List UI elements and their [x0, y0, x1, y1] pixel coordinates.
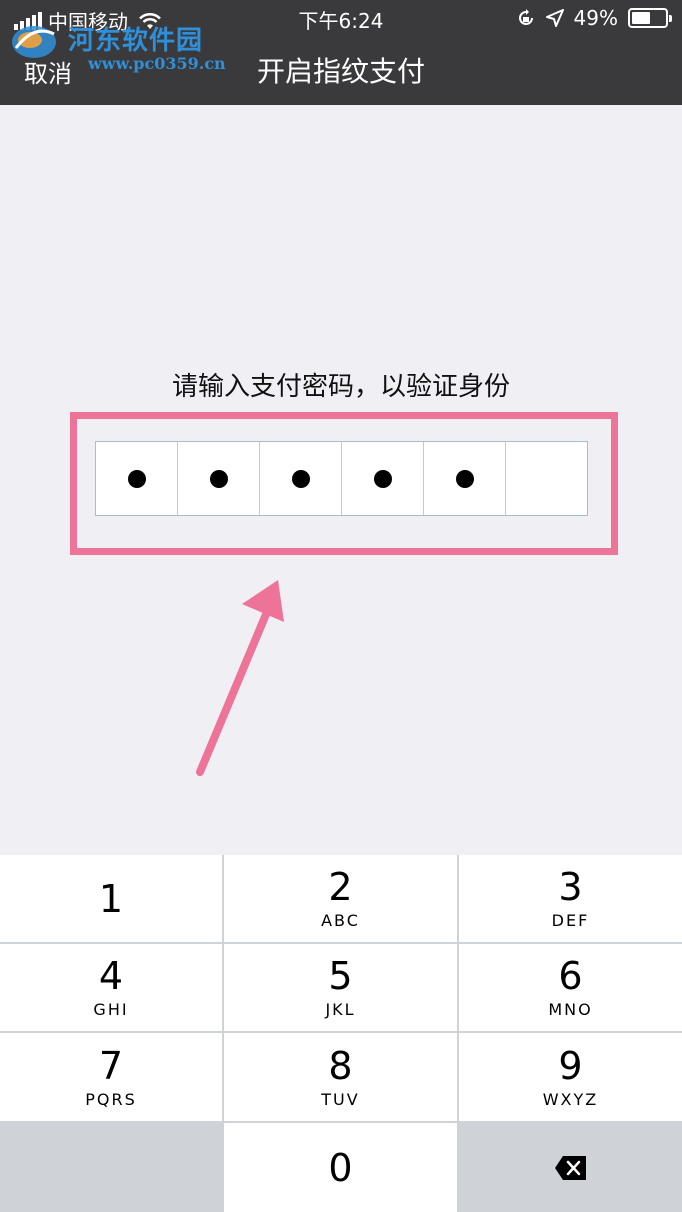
- page-title: 开启指纹支付: [256, 55, 425, 88]
- keypad-key-6[interactable]: 6 MNO: [459, 944, 682, 1031]
- keypad-key-8[interactable]: 8 TUV: [224, 1033, 457, 1121]
- location-icon: [545, 9, 564, 27]
- pin-dot: [373, 469, 392, 488]
- keypad-key-9[interactable]: 9 WXYZ: [459, 1033, 682, 1121]
- keypad-key-4[interactable]: 4 GHI: [0, 944, 222, 1031]
- orientation-lock-icon: [518, 9, 533, 25]
- key-digit: 2: [328, 865, 353, 909]
- arrow-annotation: [196, 580, 284, 776]
- pin-cell: [424, 442, 506, 515]
- key-letters: DEF: [551, 911, 590, 930]
- key-digit: 5: [328, 954, 353, 998]
- key-digit: 6: [558, 954, 583, 998]
- pin-dot: [291, 469, 310, 488]
- numeric-keypad: 1 2 ABC 3 DEF 4 GHI 5 JKL 6 MNO 7 PQRS 8 TUV 9 WXYZ 0: [0, 855, 682, 1212]
- keypad-key-5[interactable]: 5 JKL: [224, 944, 457, 1031]
- status-right: 49%: [516, 6, 672, 30]
- key-letters: TUV: [321, 1089, 360, 1109]
- key-digit: 3: [558, 865, 583, 909]
- key-letters: MNO: [548, 1000, 593, 1019]
- backspace-icon: [554, 1155, 586, 1180]
- keypad-key-1[interactable]: 1: [0, 855, 222, 942]
- key-letters: GHI: [93, 1000, 129, 1019]
- key-digit: 1: [98, 876, 124, 921]
- key-letters: JKL: [325, 1000, 356, 1019]
- keypad-key-3[interactable]: 3 DEF: [459, 855, 682, 942]
- key-digit: 8: [328, 1043, 353, 1088]
- keypad-blank: [0, 1123, 222, 1212]
- pin-cell: [260, 442, 342, 515]
- pin-cell: [178, 442, 260, 515]
- keypad-key-0[interactable]: 0: [224, 1123, 457, 1212]
- pin-cell: [506, 442, 587, 515]
- pin-dot: [127, 469, 146, 488]
- key-letters: PQRS: [85, 1089, 137, 1109]
- pin-dot: [209, 469, 228, 488]
- keypad-key-2[interactable]: 2 ABC: [224, 855, 457, 942]
- battery-icon: [628, 8, 672, 28]
- keypad-delete-key[interactable]: [459, 1123, 682, 1212]
- key-letters: ABC: [321, 911, 360, 930]
- key-digit: 0: [328, 1145, 353, 1190]
- pin-dot: [455, 469, 474, 488]
- payment-password-input[interactable]: [95, 441, 588, 516]
- battery-percent: 49%: [573, 6, 618, 30]
- keypad-key-7[interactable]: 7 PQRS: [0, 1033, 222, 1121]
- key-digit: 7: [98, 1043, 124, 1088]
- pin-cell: [96, 442, 178, 515]
- password-prompt: 请输入支付密码，以验证身份: [171, 372, 510, 402]
- key-digit: 4: [98, 954, 124, 998]
- header: 中国移动 下午6:24 49% 河东软件园 www.pc0359.cn 取消 开…: [0, 0, 682, 105]
- pin-cell: [342, 442, 424, 515]
- key-digit: 9: [558, 1043, 583, 1088]
- key-letters: WXYZ: [542, 1089, 599, 1109]
